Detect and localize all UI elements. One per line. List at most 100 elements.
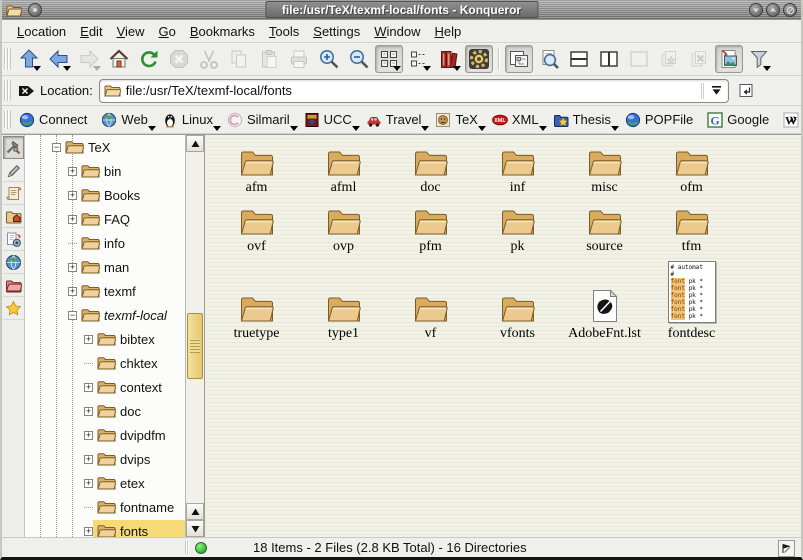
tree-expander-plus[interactable]: + <box>68 191 77 200</box>
bookmark-thesis[interactable]: Thesis <box>549 108 619 132</box>
minimize-button[interactable] <box>749 3 763 17</box>
bookcase-button[interactable] <box>435 45 463 73</box>
zoom-out-button[interactable] <box>345 45 373 73</box>
bookmark-web[interactable]: Web <box>97 108 156 132</box>
titlebar[interactable]: file:/usr/TeX/texmf-local/fonts - Konque… <box>2 0 801 20</box>
tree-expander-plus[interactable]: + <box>68 167 77 176</box>
file-item-misc[interactable]: misc <box>561 141 648 196</box>
bookmark-ucc[interactable]: UCC <box>300 108 360 132</box>
tree-expander-plus[interactable]: + <box>68 287 77 296</box>
toolbar-grip[interactable] <box>4 110 11 129</box>
tree-expander-plus[interactable]: + <box>84 335 93 344</box>
sidebar-tab-network-globe[interactable] <box>3 251 24 274</box>
sidebar-tab-home-folder[interactable] <box>3 205 24 228</box>
bookmark-popfile[interactable]: POPFile <box>621 108 701 132</box>
sidebar-tab-configure-tools[interactable] <box>3 136 24 159</box>
bookmark-xml[interactable]: XMLXML <box>488 108 547 132</box>
bookmarks-overflow-chevron[interactable]: » <box>789 110 797 126</box>
tree-item-faq[interactable]: +FAQ <box>25 207 185 231</box>
file-item-vfonts[interactable]: vfonts <box>474 259 561 342</box>
tree-scrollbar[interactable] <box>185 135 204 537</box>
scroll-up-button[interactable] <box>186 135 204 152</box>
tree-item-chktex[interactable]: chktex <box>25 351 185 375</box>
location-dropdown-button[interactable] <box>708 82 726 100</box>
menu-help[interactable]: Help <box>428 22 469 41</box>
sidebar-tab-history-scroll[interactable] <box>3 182 24 205</box>
file-item-doc[interactable]: doc <box>387 141 474 196</box>
bookmark-connect[interactable]: Connect <box>15 108 95 132</box>
tree-expander-plus[interactable]: + <box>68 215 77 224</box>
go-button[interactable] <box>733 79 759 103</box>
file-item-ovf[interactable]: ovf <box>213 200 300 255</box>
file-item-vf[interactable]: vf <box>387 259 474 342</box>
menu-edit[interactable]: Edit <box>73 22 109 41</box>
tree-item-texmf[interactable]: +texmf <box>25 279 185 303</box>
tree-expander-plus[interactable]: + <box>84 407 93 416</box>
reload-button[interactable] <box>135 45 163 73</box>
tree-expander-plus[interactable]: + <box>68 263 77 272</box>
scrollbar-track[interactable] <box>186 152 204 503</box>
file-icon-view[interactable]: afmafmldocinfmiscofmovfovppfmpksourcetfm… <box>204 135 801 537</box>
file-item-type1[interactable]: type1 <box>300 259 387 342</box>
file-item-pk[interactable]: pk <box>474 200 561 255</box>
icon-view-button[interactable] <box>375 45 403 73</box>
menu-go[interactable]: Go <box>152 22 183 41</box>
bookmark-silmaril[interactable]: Silmaril <box>223 108 298 132</box>
menu-tools[interactable]: Tools <box>262 22 306 41</box>
gear-button[interactable] <box>465 45 493 73</box>
split-vertical-button[interactable] <box>595 45 623 73</box>
tree-expander-plus[interactable]: + <box>84 431 93 440</box>
file-item-inf[interactable]: inf <box>474 141 561 196</box>
tree-item-books[interactable]: +Books <box>25 183 185 207</box>
toolbar-grip[interactable] <box>4 80 11 100</box>
bookmark-travel[interactable]: Travel <box>362 108 430 132</box>
file-item-tfm[interactable]: tfm <box>648 200 735 255</box>
up-arrow-button[interactable] <box>15 45 43 73</box>
tree-item-dvips[interactable]: +dvips <box>25 447 185 471</box>
tree-item-doc[interactable]: +doc <box>25 399 185 423</box>
back-arrow-button[interactable] <box>45 45 73 73</box>
find-file-button[interactable] <box>535 45 563 73</box>
image-preview-button[interactable] <box>715 45 743 73</box>
tree-item-bin[interactable]: +bin <box>25 159 185 183</box>
split-horizontal-button[interactable] <box>565 45 593 73</box>
bookmark-linux[interactable]: Linux <box>158 108 221 132</box>
sidebar-tab-services[interactable] <box>3 228 24 251</box>
tree-expander-plus[interactable]: + <box>84 527 93 536</box>
sidebar-panel-button[interactable] <box>505 45 533 73</box>
sidebar-tab-pencil[interactable] <box>3 159 24 182</box>
file-item-fontdesc[interactable]: # automat#font pk *font pk *font pk *fon… <box>648 259 735 342</box>
scroll-up-button-2[interactable] <box>186 503 204 520</box>
file-item-truetype[interactable]: truetype <box>213 259 300 342</box>
sidebar-tab-red-folder[interactable] <box>3 274 24 297</box>
toolbar-grip[interactable] <box>4 48 11 70</box>
tree-item-dvipdfm[interactable]: +dvipdfm <box>25 423 185 447</box>
zoom-in-button[interactable] <box>315 45 343 73</box>
location-input[interactable]: file:/usr/TeX/texmf-local/fonts <box>99 79 729 103</box>
tree-item-fonts[interactable]: +fonts <box>25 519 185 537</box>
file-item-adobefnt-lst[interactable]: AdobeFnt.lst <box>561 259 648 342</box>
menu-settings[interactable]: Settings <box>306 22 367 41</box>
sidebar-tab-bookmarks-star[interactable] <box>3 297 24 320</box>
tree-expander-plus[interactable]: + <box>84 455 93 464</box>
file-item-ofm[interactable]: ofm <box>648 141 735 196</box>
filter-button[interactable] <box>745 45 773 73</box>
bookmark-google[interactable]: GGoogle <box>703 108 777 132</box>
home-button[interactable] <box>105 45 133 73</box>
scrollbar-thumb[interactable] <box>187 313 203 379</box>
bookmark-tex[interactable]: TeX <box>431 108 485 132</box>
menu-bookmarks[interactable]: Bookmarks <box>183 22 262 41</box>
tree-item-texmf-local[interactable]: −texmf-local <box>25 303 185 327</box>
tree-expander-minus[interactable]: − <box>68 311 77 320</box>
file-item-afml[interactable]: afml <box>300 141 387 196</box>
list-view-button[interactable] <box>405 45 433 73</box>
clear-location-button[interactable] <box>14 79 38 103</box>
sticky-button[interactable] <box>28 3 42 17</box>
tree-item-man[interactable]: +man <box>25 255 185 279</box>
tree-item-tex[interactable]: −TeX <box>25 135 185 159</box>
menu-window[interactable]: Window <box>367 22 427 41</box>
menu-view[interactable]: View <box>110 22 152 41</box>
menu-location[interactable]: Location <box>10 22 73 41</box>
scroll-down-button[interactable] <box>186 520 204 537</box>
tree-expander-plus[interactable]: + <box>84 479 93 488</box>
